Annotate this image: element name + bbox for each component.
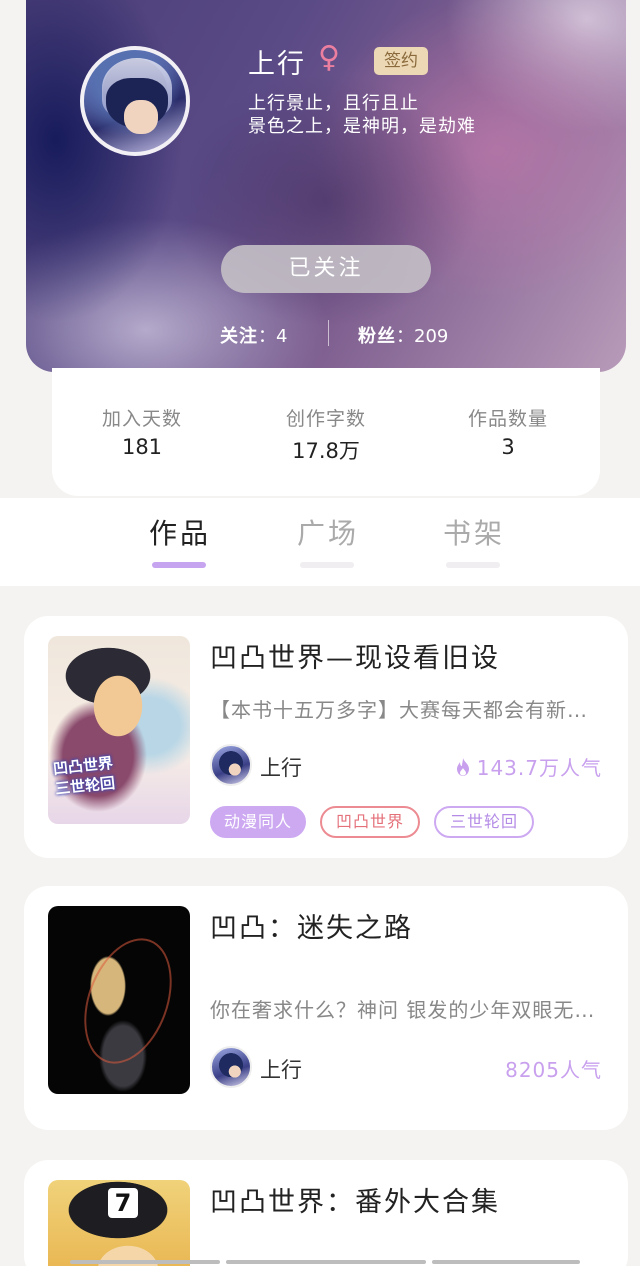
stat-works-count: 作品数量 3 bbox=[428, 404, 588, 459]
following-value: ：4 bbox=[258, 326, 288, 347]
book-cover[interactable] bbox=[48, 906, 190, 1094]
stat-label: 创作字数 bbox=[285, 408, 366, 430]
tab-label: 作品 bbox=[148, 517, 211, 550]
fans-count[interactable]: 粉丝：209 bbox=[358, 322, 448, 348]
tab-works[interactable]: 作品 bbox=[140, 512, 220, 568]
book-title[interactable]: 凹凸世界：番外大合集 bbox=[210, 1180, 500, 1219]
stats-divider bbox=[328, 320, 329, 346]
tag-chip[interactable]: 动漫同人 bbox=[210, 806, 306, 838]
following-label: 关注 bbox=[220, 326, 258, 347]
tab-indicator bbox=[300, 562, 354, 568]
book-description: 【本书十五万多字】大赛每天都会有新… bbox=[210, 698, 588, 722]
bio-line-1: 上行景止，且行且止 bbox=[248, 93, 419, 114]
author-avatar[interactable] bbox=[210, 744, 252, 786]
fans-value: ：209 bbox=[396, 326, 449, 347]
tab-bookshelf[interactable]: 书架 bbox=[434, 512, 514, 568]
fans-label: 粉丝 bbox=[358, 326, 396, 347]
book-cover[interactable]: 凹凸世界 三世轮回 bbox=[48, 636, 190, 824]
user-bio: 上行景止，且行且止 景色之上，是神明，是劫难 bbox=[248, 92, 476, 138]
tab-label: 书架 bbox=[442, 517, 505, 550]
tab-label: 广场 bbox=[296, 517, 359, 550]
book-card[interactable]: 凹凸：迷失之路 你在奢求什么？神问 银发的少年双眼无… 上行 8205人气 bbox=[24, 886, 628, 1130]
female-symbol-icon: ♀ bbox=[318, 40, 340, 75]
stat-join-days: 加入天数 181 bbox=[62, 404, 222, 459]
stat-word-count: 创作字数 17.8万 bbox=[246, 404, 406, 465]
stat-value: 17.8万 bbox=[292, 439, 360, 463]
author-avatar[interactable] bbox=[210, 1046, 252, 1088]
stat-label: 加入天数 bbox=[101, 408, 182, 430]
signed-badge: 签约 bbox=[374, 47, 428, 75]
author-name[interactable]: 上行 bbox=[260, 1054, 302, 1084]
flame-icon bbox=[456, 758, 469, 776]
tab-indicator bbox=[446, 562, 500, 568]
user-avatar[interactable] bbox=[80, 46, 190, 156]
following-count[interactable]: 关注：4 bbox=[220, 322, 287, 348]
follow-stats: 关注：4 粉丝：209 bbox=[26, 316, 626, 350]
bottom-scroll-indicator bbox=[70, 1260, 580, 1264]
profile-tabs: 作品 广场 书架 bbox=[0, 498, 640, 586]
popularity-value: 143.7万人气 bbox=[476, 756, 602, 780]
popularity: 8205人气 bbox=[505, 1058, 602, 1082]
tab-indicator bbox=[152, 562, 206, 568]
book-card[interactable]: 凹凸世界 三世轮回 凹凸世界—现设看旧设 【本书十五万多字】大赛每天都会有新… … bbox=[24, 616, 628, 858]
book-description: 你在奢求什么？神问 银发的少年双眼无… bbox=[210, 998, 596, 1022]
author-stats-card: 加入天数 181 创作字数 17.8万 作品数量 3 bbox=[52, 368, 600, 496]
popularity: 143.7万人气 bbox=[455, 752, 602, 781]
book-card[interactable]: 7 凹凸世界：番外大合集 bbox=[24, 1160, 628, 1266]
follow-button[interactable]: 已关注 bbox=[221, 245, 431, 293]
tag-chip[interactable]: 三世轮回 bbox=[434, 806, 534, 838]
author-name[interactable]: 上行 bbox=[260, 752, 302, 782]
cover-title-art: 凹凸世界 三世轮回 bbox=[52, 753, 116, 799]
stat-value: 181 bbox=[121, 435, 163, 459]
author-row: 上行 143.7万人气 bbox=[210, 744, 602, 788]
profile-header: 上行 ♀ 签约 上行景止，且行且止 景色之上，是神明，是劫难 已关注 关注：4 … bbox=[26, 0, 626, 372]
tag-chip[interactable]: 凹凸世界 bbox=[320, 806, 420, 838]
book-title[interactable]: 凹凸世界—现设看旧设 bbox=[210, 636, 500, 675]
tab-square[interactable]: 广场 bbox=[288, 512, 368, 568]
book-cover[interactable]: 7 bbox=[48, 1180, 190, 1266]
stat-label: 作品数量 bbox=[467, 408, 548, 430]
author-row: 上行 8205人气 bbox=[210, 1046, 602, 1090]
user-name: 上行 bbox=[248, 49, 306, 80]
stat-value: 3 bbox=[501, 435, 515, 459]
book-title[interactable]: 凹凸：迷失之路 bbox=[210, 906, 413, 945]
bio-line-2: 景色之上，是神明，是劫难 bbox=[248, 116, 476, 137]
